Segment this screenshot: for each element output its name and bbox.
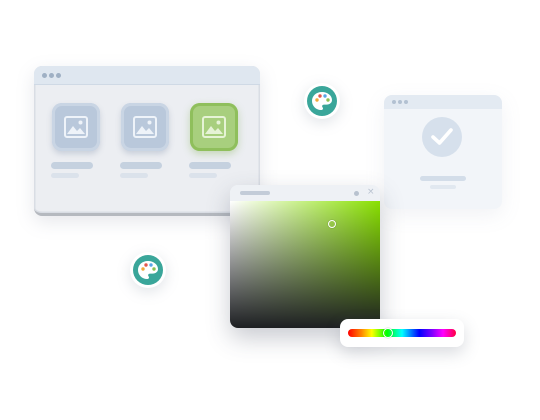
palette-icon — [138, 261, 158, 279]
checkmark-icon — [431, 128, 453, 145]
image-thumbnail-3-selected[interactable] — [190, 103, 238, 151]
hue-slider-panel — [340, 319, 464, 347]
picker-minimize-dot[interactable] — [354, 191, 359, 196]
picker-title-placeholder — [240, 191, 270, 195]
image-icon — [133, 116, 157, 138]
color-selection-handle[interactable] — [328, 219, 336, 228]
hue-slider-knob[interactable] — [382, 327, 393, 338]
window-dot — [404, 100, 408, 104]
thumbnail-subcaption-placeholder — [189, 173, 217, 178]
window-dot — [56, 73, 61, 78]
success-caption-placeholder — [420, 176, 466, 181]
color-picker-window: × — [230, 185, 380, 328]
success-check-badge — [422, 117, 462, 157]
color-picker-header: × — [230, 185, 380, 201]
window-dot — [42, 73, 47, 78]
window-dot — [49, 73, 54, 78]
image-icon — [64, 116, 88, 138]
image-icon — [202, 116, 226, 138]
thumbnail-caption-placeholder — [189, 162, 231, 169]
gallery-titlebar — [34, 66, 260, 85]
success-window — [384, 95, 502, 209]
window-dot — [392, 100, 396, 104]
success-subcaption-placeholder — [430, 185, 456, 189]
image-thumbnail-2[interactable] — [121, 103, 169, 151]
thumbnail-caption-placeholder — [120, 162, 162, 169]
hue-slider-track[interactable] — [348, 327, 456, 338]
palette-badge-top[interactable] — [304, 83, 340, 119]
illustration-canvas: × — [0, 0, 540, 420]
thumbnail-caption-placeholder — [51, 162, 93, 169]
palette-icon — [312, 92, 332, 110]
saturation-brightness-area[interactable] — [230, 201, 380, 328]
palette-badge-left[interactable] — [130, 252, 166, 288]
thumbnail-subcaption-placeholder — [120, 173, 148, 178]
window-dot — [398, 100, 402, 104]
success-titlebar — [384, 95, 502, 109]
image-thumbnail-1[interactable] — [52, 103, 100, 151]
close-icon[interactable]: × — [367, 187, 375, 198]
image-gallery-window — [34, 66, 260, 216]
thumbnail-subcaption-placeholder — [51, 173, 79, 178]
